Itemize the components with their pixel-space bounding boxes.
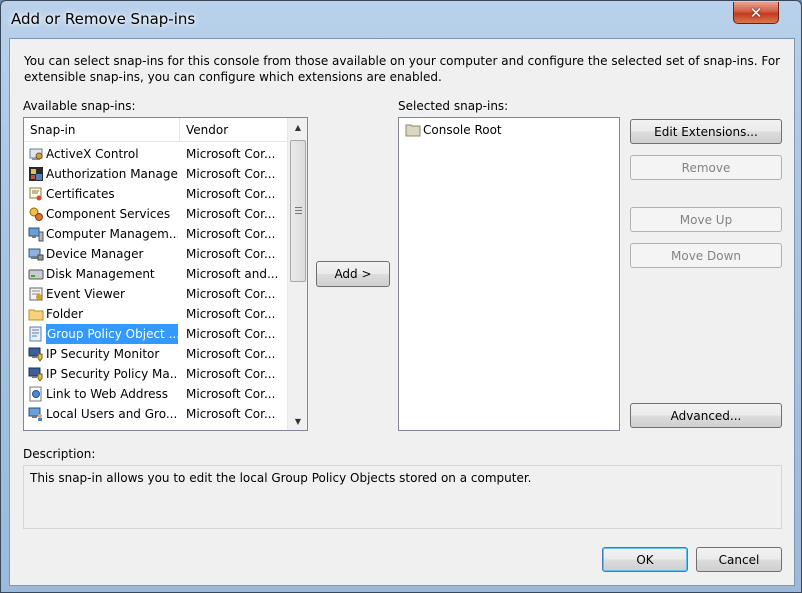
list-item-vendor: Microsoft and... [186, 267, 279, 281]
list-item[interactable]: IP Security Monitor Microsoft Cor... [24, 344, 287, 364]
scroll-down-icon[interactable]: ▼ [288, 412, 307, 430]
tree-item-label: Console Root [423, 123, 502, 137]
list-item-selected[interactable]: Group Policy Object ... Microsoft Cor... [24, 324, 287, 344]
list-item-name: IP Security Monitor [46, 347, 160, 361]
description-box: This snap-in allows you to edit the loca… [23, 465, 782, 529]
list-item-vendor: Microsoft Cor... [186, 407, 276, 421]
device-manager-icon [28, 248, 44, 261]
advanced-button[interactable]: Advanced... [630, 403, 782, 428]
column-header-vendor[interactable]: Vendor [180, 118, 287, 142]
web-link-icon [29, 386, 42, 402]
list-item-name: Local Users and Gro... [46, 407, 178, 421]
available-snapins-label: Available snap-ins: [23, 99, 136, 113]
list-item-name: ActiveX Control [46, 147, 139, 161]
certificate-icon [29, 187, 42, 201]
list-item[interactable]: Computer Managem... Microsoft Cor... [24, 224, 287, 244]
list-item-name: Disk Management [46, 267, 155, 281]
ip-security-policy-icon [28, 367, 43, 382]
scrollbar-thumb[interactable] [290, 140, 306, 282]
list-item-name: IP Security Policy Ma... [46, 367, 178, 381]
list-item-vendor: Microsoft Cor... [186, 207, 276, 221]
list-item-vendor: Microsoft Cor... [186, 347, 276, 361]
list-item-name: Device Manager [46, 247, 144, 261]
intro-text: You can select snap-ins for this console… [24, 54, 781, 84]
window-title: Add or Remove Snap-ins [11, 10, 196, 28]
list-scrollbar[interactable]: ▲ ▼ [287, 118, 307, 430]
list-item-vendor: Microsoft Cor... [186, 247, 276, 261]
authorization-icon [29, 167, 43, 181]
list-item[interactable]: Component Services Microsoft Cor... [24, 204, 287, 224]
list-item-name: Link to Web Address [46, 387, 169, 401]
list-item[interactable]: Device Manager Microsoft Cor... [24, 244, 287, 264]
list-item-vendor: Microsoft Cor... [186, 287, 276, 301]
folder-icon [28, 309, 44, 321]
description-text: This snap-in allows you to edit the loca… [30, 471, 532, 485]
list-item[interactable]: Disk Management Microsoft and... [24, 264, 287, 284]
list-item-vendor: Microsoft Cor... [186, 367, 276, 381]
list-item-vendor: Microsoft Cor... [186, 187, 276, 201]
selected-snapins-list[interactable]: Console Root [398, 117, 620, 431]
event-viewer-icon [29, 287, 43, 301]
dialog-window: Add or Remove Snap-ins ✕ You can select … [0, 0, 802, 593]
list-header: Snap-in Vendor [24, 118, 287, 142]
list-item-vendor: Microsoft Cor... [186, 307, 276, 321]
remove-button[interactable]: Remove [630, 155, 782, 180]
list-item[interactable]: IP Security Policy Ma... Microsoft Cor..… [24, 364, 287, 384]
description-label: Description: [23, 447, 96, 461]
list-item[interactable]: Certificates Microsoft Cor... [24, 184, 287, 204]
list-item-name: Component Services [46, 207, 171, 221]
list-item-name: Event Viewer [46, 287, 125, 301]
list-item-vendor: Microsoft Cor... [186, 167, 276, 181]
list-item[interactable]: ActiveX Control Microsoft Cor... [24, 144, 287, 164]
list-item-vendor: Microsoft Cor... [186, 147, 276, 161]
column-header-snapin[interactable]: Snap-in [24, 118, 180, 142]
computer-management-icon [28, 227, 44, 242]
list-item[interactable]: Folder Microsoft Cor... [24, 304, 287, 324]
ok-button[interactable]: OK [602, 547, 688, 572]
activex-icon [29, 148, 43, 160]
grip-icon [295, 207, 302, 215]
title-bar[interactable]: Add or Remove Snap-ins ✕ [1, 1, 801, 37]
list-item-name: Authorization Manager [46, 167, 178, 181]
move-up-button[interactable]: Move Up [630, 207, 782, 232]
list-rows: ActiveX Control Microsoft Cor... Authori… [24, 144, 287, 424]
disk-icon [28, 269, 44, 280]
edit-extensions-button[interactable]: Edit Extensions... [630, 119, 782, 144]
ip-security-icon [28, 347, 43, 362]
close-icon: ✕ [749, 3, 763, 22]
folder-icon [405, 124, 421, 137]
dialog-client-area: You can select snap-ins for this console… [9, 38, 795, 586]
list-item-vendor: Microsoft Cor... [186, 387, 276, 401]
local-users-icon [28, 407, 42, 421]
list-item-name: Computer Managem... [46, 227, 178, 241]
scroll-up-icon[interactable]: ▲ [288, 118, 307, 136]
add-button[interactable]: Add > [316, 261, 390, 287]
cancel-button[interactable]: Cancel [696, 547, 782, 572]
list-item-vendor: Microsoft Cor... [186, 227, 276, 241]
list-item[interactable]: Link to Web Address Microsoft Cor... [24, 384, 287, 404]
list-item-name: Folder [46, 307, 84, 321]
list-item-vendor: Microsoft Cor... [186, 327, 276, 341]
available-snapins-list[interactable]: Snap-in Vendor ActiveX Control Microsoft… [23, 117, 308, 431]
list-item[interactable]: Local Users and Gro... Microsoft Cor... [24, 404, 287, 424]
list-item-name: Certificates [46, 187, 115, 201]
close-button[interactable]: ✕ [733, 2, 779, 24]
group-policy-icon [29, 326, 42, 342]
selected-snapins-label: Selected snap-ins: [398, 99, 509, 113]
list-item-name: Group Policy Object ... [46, 324, 178, 344]
list-item[interactable]: Event Viewer Microsoft Cor... [24, 284, 287, 304]
list-item[interactable]: Authorization Manager Microsoft Cor... [24, 164, 287, 184]
move-down-button[interactable]: Move Down [630, 243, 782, 268]
component-services-icon [29, 207, 43, 221]
